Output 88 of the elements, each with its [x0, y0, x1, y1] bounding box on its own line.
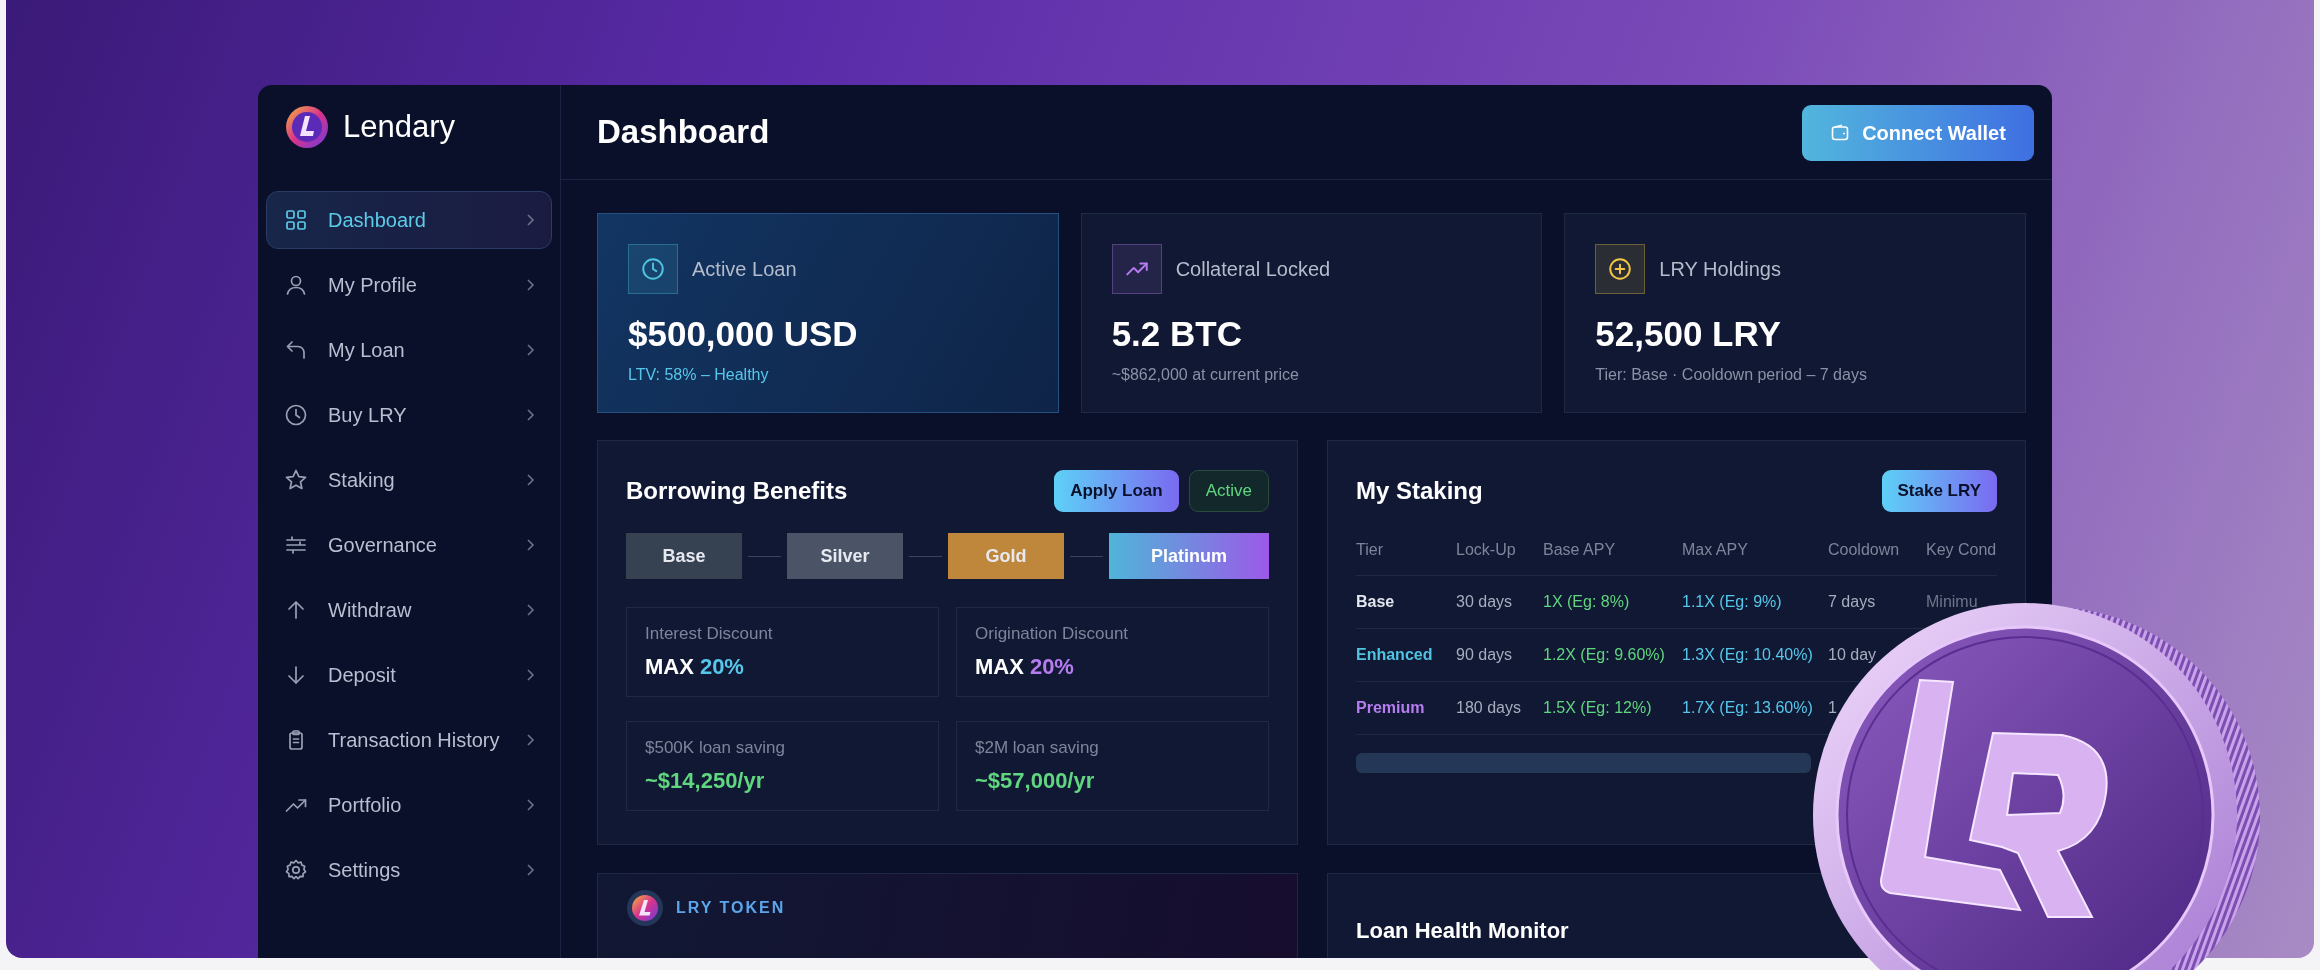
benefit-label: $2M loan saving	[975, 738, 1100, 758]
return-icon	[284, 338, 308, 362]
stat-title: Active Loan	[692, 257, 797, 281]
benefit-value: ~$57,000/yr	[975, 768, 1095, 794]
chevron-icon	[525, 668, 535, 682]
chevron-icon	[525, 473, 535, 487]
table-cell-text: 1.1X (Eg: 9%)	[1682, 593, 1783, 611]
tier-chip: Gold	[948, 533, 1064, 579]
sidebar-item[interactable]: Settings	[266, 841, 552, 899]
chevron-icon	[525, 603, 535, 617]
chevron-icon	[525, 278, 535, 292]
logo-icon	[285, 105, 329, 149]
column-header: Base APY	[1543, 541, 1617, 559]
scrollbar[interactable]	[1356, 753, 1811, 773]
connect-wallet-button[interactable]: Connect Wallet	[1802, 105, 2034, 161]
table-cell-text: 90 days	[1456, 646, 1514, 664]
page-title: Dashboard	[597, 113, 770, 151]
sidebar-item[interactable]: Dashboard	[266, 191, 552, 249]
clock-icon	[284, 403, 308, 427]
table-cell-text: 1X (Eg: 8%)	[1543, 593, 1631, 611]
tier-chip: Base	[626, 533, 742, 579]
sidebar-item[interactable]: My Loan	[266, 321, 552, 379]
benefit-prefix: MAX	[645, 654, 694, 680]
benefit-label: Origination Discount	[975, 624, 1130, 644]
column-header: Tier	[1356, 541, 1384, 559]
chevron-icon	[525, 538, 535, 552]
apply-loan-button[interactable]: Apply Loan	[1054, 470, 1179, 512]
benefit-value: 20%	[699, 654, 744, 680]
column-header: Key Cond	[1926, 541, 1997, 559]
chevron-icon	[525, 798, 535, 812]
benefit-value: ~$14,250/yr	[645, 768, 765, 794]
panel-title: LRY TOKEN	[676, 899, 786, 917]
chevron-icon	[525, 213, 535, 227]
token-logo-icon	[626, 889, 664, 927]
benefit-label: Interest Discount	[645, 624, 774, 644]
benefit-value: 20%	[1029, 654, 1074, 680]
stake-button[interactable]: Stake LRY	[1881, 470, 1997, 512]
stat-note: LTV: 58% – Healthy	[628, 366, 770, 384]
column-header: Lock-Up	[1456, 541, 1517, 559]
panel-title: Loan Health Monitor	[1356, 918, 1570, 944]
sliders-icon	[284, 533, 308, 557]
sidebar-item[interactable]: Buy LRY	[266, 386, 552, 444]
chevron-icon	[525, 733, 535, 747]
stat-value: $500,000 USD	[628, 314, 859, 354]
star-icon	[284, 468, 308, 492]
sidebar-item[interactable]: Withdraw	[266, 581, 552, 639]
chevron-icon	[525, 408, 535, 422]
stat-note: Tier: Base · Cooldown period – 7 days	[1595, 366, 1868, 384]
column-header: Cooldown	[1828, 541, 1901, 559]
tier-chip: Platinum	[1109, 533, 1269, 579]
sidebar-item[interactable]: Transaction History	[266, 711, 552, 769]
table-cell-text: 180 days	[1456, 699, 1522, 717]
stat-title: LRY Holdings	[1659, 257, 1781, 281]
status-badge: Active	[1188, 470, 1269, 512]
chevron-icon	[525, 343, 535, 357]
stat-value: 52,500 LRY	[1595, 314, 1782, 354]
benefit-label: $500K loan saving	[645, 738, 786, 758]
table-cell-text: Premium	[1356, 699, 1426, 717]
table-cell-text: 7 days	[1828, 593, 1877, 611]
chevron-icon	[525, 863, 535, 877]
wallet-icon	[1830, 123, 1851, 143]
table-cell-text: 10 day	[1828, 646, 1878, 664]
table-cell-text: 1.2X (Eg: 9.60%)	[1543, 646, 1666, 664]
table-cell-text: Minimu	[1926, 593, 1979, 611]
table-cell-text: 1.7X (Eg: 13.60%)	[1682, 699, 1814, 717]
grid-icon	[284, 208, 308, 232]
panel-title: Borrowing Benefits	[626, 477, 848, 505]
stat-note: ~$862,000 at current price	[1111, 366, 1300, 384]
table-cell-text: Enhanced	[1356, 646, 1434, 664]
sidebar-item[interactable]: Staking	[266, 451, 552, 509]
stat-value: 5.2 BTC	[1111, 314, 1243, 354]
table-cell-text: 1	[1828, 699, 1838, 717]
column-header: Max APY	[1682, 541, 1749, 559]
stat-title: Collateral Locked	[1175, 257, 1331, 281]
sidebar-item[interactable]: Portfolio	[266, 776, 552, 834]
tier-chip: Silver	[787, 533, 903, 579]
sidebar-item[interactable]: Deposit	[266, 646, 552, 704]
table-cell-text: 30 days	[1456, 593, 1514, 611]
table-cell-text: Base	[1356, 593, 1396, 611]
gear-icon	[284, 858, 308, 882]
benefit-prefix: MAX	[975, 654, 1024, 680]
panel-title: My Staking	[1356, 477, 1483, 505]
brand-name: Lendary	[343, 109, 456, 145]
table-cell-text: 1.3X (Eg: 10.40%)	[1682, 646, 1814, 664]
sidebar-item[interactable]: My Profile	[266, 256, 552, 314]
table-cell-text: 1.5X (Eg: 12%)	[1543, 699, 1653, 717]
user-icon	[284, 273, 308, 297]
sidebar-item[interactable]: Governance	[266, 516, 552, 574]
